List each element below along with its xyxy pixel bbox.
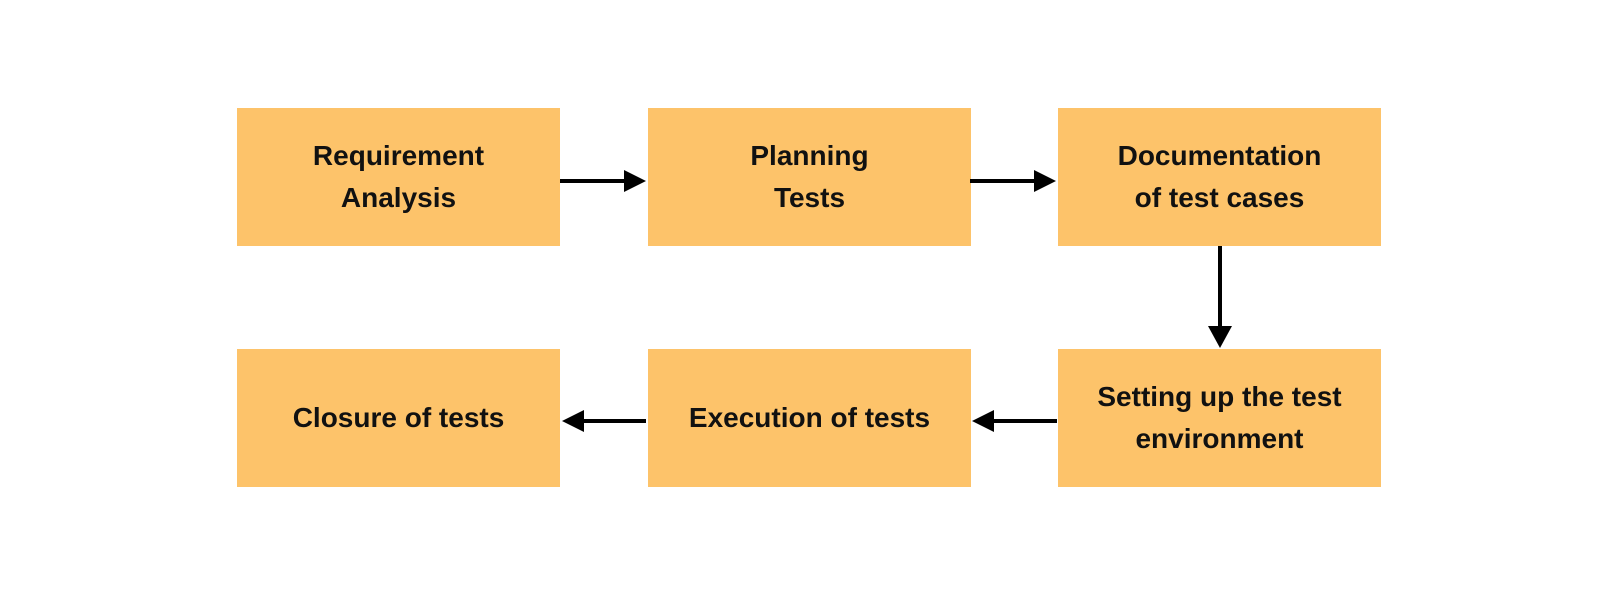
node-label: Requirement Analysis xyxy=(312,140,485,213)
edge-arrow-environment-to-execution xyxy=(972,410,1057,432)
node-closure-of-tests: Closure of tests xyxy=(237,349,560,487)
edge-arrow-planning-to-documentation xyxy=(970,170,1056,192)
arrow-head-icon xyxy=(972,410,994,432)
node-requirement-analysis: Requirement Analysis xyxy=(237,108,560,246)
arrow-head-icon xyxy=(624,170,646,192)
edge-arrow-documentation-to-environment xyxy=(1208,246,1232,348)
node-setting-up-test-environment: Setting up the test environment xyxy=(1058,349,1381,487)
edge-arrow-requirement-to-planning xyxy=(560,170,646,192)
edge-arrow-execution-to-closure xyxy=(562,410,646,432)
flowchart: Requirement Analysis Planning Tests Docu… xyxy=(0,0,1616,596)
node-label: Planning Tests xyxy=(750,140,869,213)
arrow-head-icon xyxy=(562,410,584,432)
arrow-head-icon xyxy=(1208,326,1232,348)
edges-layer xyxy=(560,170,1232,432)
node-documentation-of-test-cases: Documentation of test cases xyxy=(1058,108,1381,246)
node-label: Documentation of test cases xyxy=(1117,140,1322,213)
node-label: Closure of tests xyxy=(292,402,505,433)
node-label: Setting up the test environment xyxy=(1097,381,1342,454)
node-planning-tests: Planning Tests xyxy=(648,108,971,246)
node-execution-of-tests: Execution of tests xyxy=(648,349,971,487)
node-label: Execution of tests xyxy=(688,402,931,433)
arrow-head-icon xyxy=(1034,170,1056,192)
